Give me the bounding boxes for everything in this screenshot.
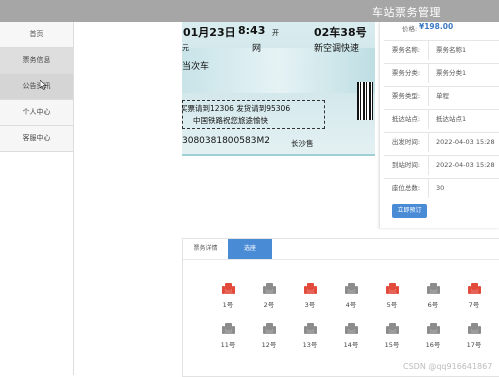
- ticket-valid: 当次车: [182, 62, 210, 72]
- seat-label: 3号: [304, 301, 316, 309]
- sidebar-item-home[interactable]: 首页: [0, 22, 73, 48]
- price-row: 价格: ¥198.00: [380, 22, 499, 36]
- detail-row-depart-time: 出发时间: 2022-04-03 15:28: [384, 132, 499, 152]
- ticket-notice-2: 中国铁路祝您旅途愉快: [193, 116, 268, 125]
- ticket-net: 网: [252, 44, 262, 54]
- seat-icon: [468, 283, 481, 294]
- detail-row-station: 抵达站点: 抵达站点1: [384, 109, 499, 129]
- seat[interactable]: 2号: [255, 283, 283, 317]
- seat-icon: [222, 283, 235, 294]
- detail-row-seat-count: 座位总数: 30: [384, 178, 499, 198]
- ticket-serial: 3080381800583M2: [182, 136, 270, 146]
- ticket-yuan: 元: [182, 44, 189, 52]
- seat-icon: [427, 283, 440, 294]
- seat[interactable]: 13号: [296, 323, 324, 357]
- price-value: ¥198.00: [419, 22, 454, 31]
- detail-row-name: 票务名称: 票务名称1: [384, 40, 499, 60]
- ticket-class: 新空调快速: [314, 44, 360, 54]
- ticket-qr-code: [357, 82, 373, 120]
- seat-label: 17号: [466, 341, 482, 349]
- seat-icon: [222, 323, 235, 334]
- ticket-image: 01月23日 8:43 开 02车38号 元 网 新空调快速 当次车 买票请到1…: [182, 22, 375, 156]
- ticket-depart-mark: 开: [272, 29, 279, 37]
- seat-label: 1号: [222, 301, 234, 309]
- seat[interactable]: 15号: [378, 323, 406, 357]
- ticket-notice-1: 买票请到12306 发货请到95306: [182, 104, 291, 113]
- seat-label: 13号: [302, 341, 318, 349]
- ticket-car-seat: 02车38号: [314, 26, 367, 39]
- seat[interactable]: 5号: [378, 283, 406, 317]
- detail-row-type: 票务类型: 单程: [384, 86, 499, 106]
- seat-icon: [263, 283, 276, 294]
- page-title: 车站票务管理: [372, 6, 441, 19]
- seat-label: 14号: [343, 341, 359, 349]
- seat-icon: [345, 283, 358, 294]
- sidebar-item-service[interactable]: 客服中心: [0, 126, 73, 152]
- seat-label: 7号: [468, 301, 480, 309]
- seat[interactable]: 12号: [255, 323, 283, 357]
- seat[interactable]: 16号: [419, 323, 447, 357]
- top-bar: 车站票务管理: [0, 0, 499, 22]
- seat-label: 6号: [427, 301, 439, 309]
- book-now-button[interactable]: 立即预订: [392, 204, 427, 218]
- detail-row-arrive-time: 到站时间: 2022-04-03 15:28: [384, 155, 499, 175]
- ticket-tabs-panel: 票务详情 选座 1号 2号 3号 4号 5号 6号 7号 11号 12号 13号 14号 15号 16号…: [182, 238, 499, 377]
- sidebar: 首页 票务信息 公告资讯 个人中心 客服中心: [0, 22, 74, 375]
- ticket-station: 长沙售: [291, 139, 314, 148]
- sidebar-item-profile[interactable]: 个人中心: [0, 100, 73, 126]
- seat-label: 11号: [220, 341, 236, 349]
- tab-ticket-details[interactable]: 票务详情: [183, 239, 229, 259]
- seat-icon: [345, 323, 358, 334]
- seat-label: 4号: [345, 301, 357, 309]
- price-label: 价格:: [402, 25, 418, 33]
- ticket-time: 8:43: [238, 24, 266, 37]
- seat-label: 12号: [261, 341, 277, 349]
- seat[interactable]: 6号: [419, 283, 447, 317]
- sidebar-item-announcements[interactable]: 公告资讯: [0, 74, 73, 100]
- seat-icon: [386, 323, 399, 334]
- detail-row-category: 票务分类: 票务分类1: [384, 63, 499, 83]
- mouse-cursor-icon: [40, 80, 47, 90]
- sidebar-item-tickets[interactable]: 票务信息: [0, 48, 73, 74]
- seat-icon: [304, 283, 317, 294]
- tab-bar: 票务详情 选座: [183, 239, 499, 260]
- ticket-date: 01月23日: [183, 26, 236, 39]
- seat-label: 16号: [425, 341, 441, 349]
- seat[interactable]: 1号: [214, 283, 242, 317]
- seat-icon: [468, 323, 481, 334]
- seat[interactable]: 17号: [460, 323, 488, 357]
- tab-seat-selection[interactable]: 选座: [228, 239, 272, 259]
- seat-icon: [386, 283, 399, 294]
- seat-label: 2号: [263, 301, 275, 309]
- seat-label: 15号: [384, 341, 400, 349]
- seat-icon: [263, 323, 276, 334]
- seat-label: 5号: [386, 301, 398, 309]
- seat[interactable]: 7号: [460, 283, 488, 317]
- seat[interactable]: 14号: [337, 323, 365, 357]
- watermark: CSDN @qq916641867: [403, 362, 493, 371]
- ticket-details-card: 价格: ¥198.00 票务名称: 票务名称1 票务分类: 票务分类1 票务类型…: [379, 22, 499, 228]
- seat-icon: [304, 323, 317, 334]
- seat[interactable]: 3号: [296, 283, 324, 317]
- seat[interactable]: 4号: [337, 283, 365, 317]
- seat[interactable]: 11号: [214, 323, 242, 357]
- seat-icon: [427, 323, 440, 334]
